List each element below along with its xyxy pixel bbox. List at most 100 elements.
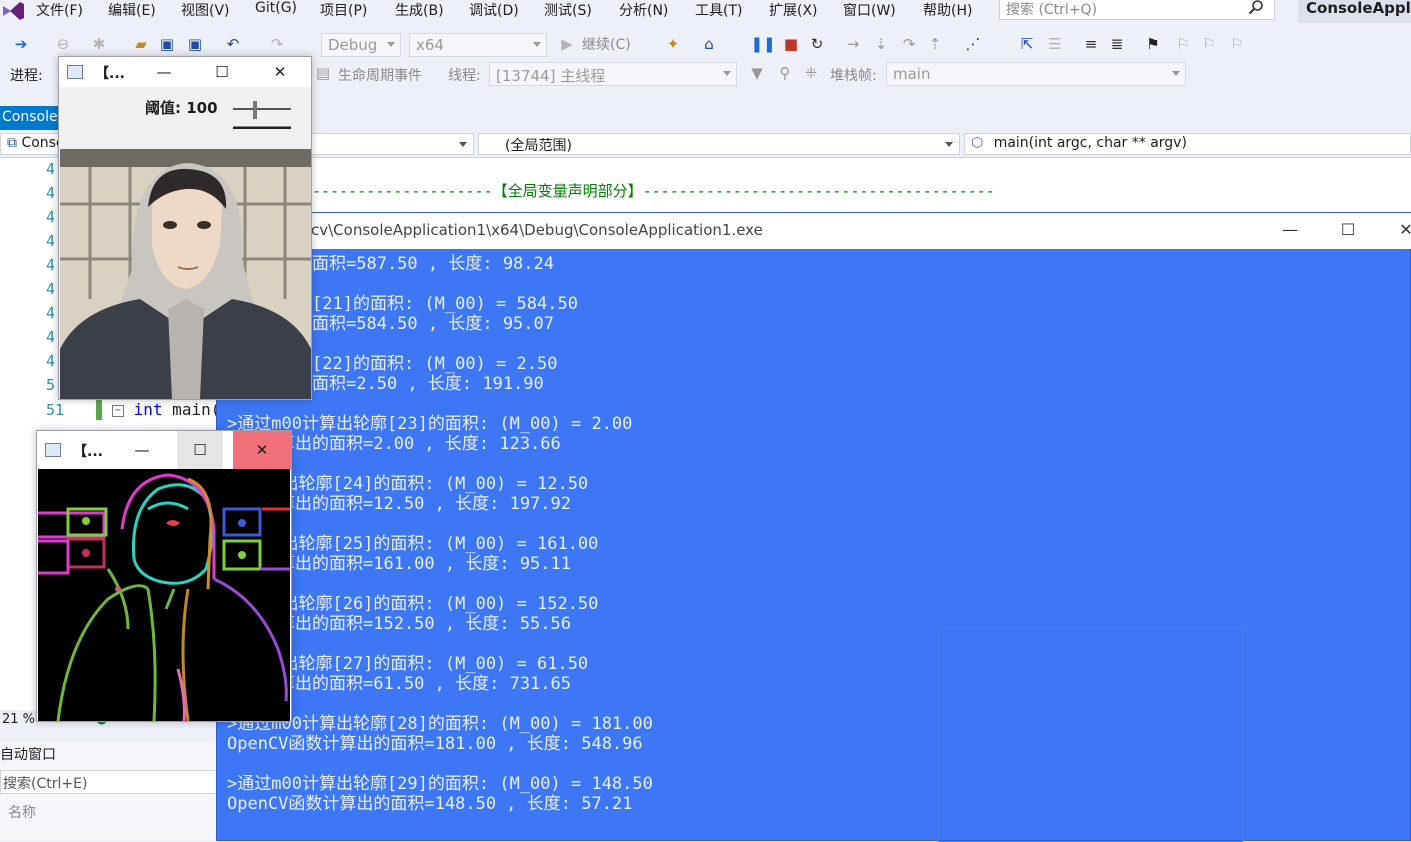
console-titlebar[interactable]: cv\ConsoleApplication1\x64\Debug\Console… [217,213,1411,249]
cv2-close-button[interactable]: ✕ [233,431,291,469]
open-file-icon[interactable]: ▰ [130,33,152,55]
scope-dropdown[interactable]: (全局范围) [478,133,960,155]
lifecycle-icon: ▤ [315,64,331,82]
continue-button[interactable]: 继续(C) [582,34,631,54]
cv1-close-button[interactable]: ✕ [257,57,303,87]
browser-link-icon[interactable]: ⌂ [698,33,720,55]
menu-edit[interactable]: 编辑(E) [108,0,156,20]
clear-bookmarks-icon[interactable]: ⚐ [1226,33,1248,55]
platform-dropdown[interactable]: x64 [409,33,547,57]
show-next-statement-icon[interactable]: → [842,33,864,55]
trackbar-thumb[interactable] [253,101,257,119]
cv1-minimize-button[interactable]: — [141,57,187,87]
member-value: main(int argc, char ** argv) [993,135,1187,151]
threshold-trackbar[interactable] [231,99,293,129]
navigate-forward-icon[interactable]: ⊖ [52,33,74,55]
thread-dropdown[interactable]: [13744] 主线程 [489,62,737,86]
console-minimize-button[interactable]: — [1267,213,1313,245]
step-out-icon[interactable]: ⇡ [924,33,946,55]
visual-studio-logo-icon[interactable] [0,0,26,22]
autos-search-placeholder: 搜索(Ctrl+E) [3,776,88,792]
save-icon[interactable]: ▣ [156,33,178,55]
stop-icon[interactable]: ■ [780,33,802,55]
menu-view[interactable]: 视图(V) [181,0,230,20]
cv-window-2-titlebar[interactable]: 【... — ☐ ✕ [37,431,291,469]
menu-test[interactable]: 测试(S) [544,0,592,20]
pause-icon[interactable]: ❚❚ [750,33,775,55]
member-dropdown[interactable]: ⬡ main(int argc, char ** argv) [964,133,1411,155]
source-image [60,149,311,399]
console-line: OpenCV函数计算出的面积=181.00 , 长度: 548.96 [227,734,643,754]
cv2-maximize-button[interactable]: ☐ [177,431,223,469]
console-line: OpenCV函数计算出的面积=148.50 , 长度: 57.21 [227,794,633,814]
new-project-icon[interactable]: ✱ [88,33,110,55]
menu-git[interactable]: Git(G) [255,0,297,20]
line-number: 4 [46,280,56,298]
threads-icon[interactable]: ⁜ [800,62,822,84]
cv1-maximize-button[interactable]: ☐ [199,57,245,87]
configuration-dropdown[interactable]: Debug [321,33,401,57]
opencv-source-window[interactable]: 【... — ☐ ✕ 阈值: 100 [58,56,312,400]
menu-help[interactable]: 帮助(H) [923,0,972,20]
code-comment-line: --------------------【全局变量声明部分】----------… [312,182,995,200]
console-maximize-button[interactable]: ☐ [1325,213,1371,245]
restart-icon[interactable]: ↻ [806,33,828,55]
console-title: cv\ConsoleApplication1\x64\Debug\Console… [311,221,763,239]
menu-bar: 文件(F) 编辑(E) 视图(V) Git(G) 项目(P) 生成(B) 调试(… [0,0,1411,30]
next-bookmark-icon[interactable]: ⚐ [1198,33,1220,55]
navigate-back-icon[interactable]: ➔ [10,33,32,55]
bookmark-icon[interactable]: ⚑ [1142,33,1164,55]
menu-file[interactable]: 文件(F) [36,0,83,20]
indent-icon[interactable]: ≡ [1080,33,1102,55]
menu-analyze[interactable]: 分析(N) [619,0,668,20]
configuration-value: Debug [328,36,378,54]
save-all-icon[interactable]: ▣ [184,33,206,55]
outdent-icon[interactable]: ≣ [1106,33,1128,55]
prev-bookmark-icon[interactable]: ⚐ [1172,33,1194,55]
menu-tools[interactable]: 工具(T) [695,0,742,20]
autos-name-column-header[interactable]: 名称 [0,798,220,824]
cv-window-2-title: 【... [73,444,103,460]
cv2-minimize-button[interactable]: — [119,431,165,469]
tool-icon[interactable]: ☰ [1044,33,1066,55]
menu-debug[interactable]: 调试(D) [469,0,519,20]
menu-project[interactable]: 项目(P) [320,0,367,20]
console-window[interactable]: cv\ConsoleApplication1\x64\Debug\Console… [216,212,1411,842]
menu-build[interactable]: 生成(B) [395,0,444,20]
autos-search-input[interactable]: 搜索(Ctrl+E) [0,770,220,794]
line-number: 51 [46,401,65,419]
line-number: 4 [46,352,56,370]
hex-display-icon[interactable]: ⋰ [962,33,984,55]
search-input[interactable]: 搜索 (Ctrl+Q) [999,0,1275,20]
redo-icon[interactable]: ↷ [266,33,288,55]
window-app-icon [45,443,61,457]
flag-filter-icon[interactable]: ⚲ [774,62,796,84]
select-tool-icon[interactable]: ⇱ [1016,33,1038,55]
attach-icon[interactable]: ✦ [662,33,684,55]
zoom-level[interactable]: 21 % [2,712,35,727]
search-icon [1248,0,1263,15]
lifecycle-events-button[interactable]: 生命周期事件 [338,65,422,85]
autos-window: 自动窗口 搜索(Ctrl+E) 名称 [0,742,220,841]
menu-window[interactable]: 窗口(W) [843,0,896,20]
collapse-icon[interactable]: − [112,404,124,417]
line-number: 4 [46,208,56,226]
change-marker [96,398,102,420]
thread-value: [13744] 主线程 [496,67,606,85]
line-number: 5 [46,376,56,394]
filter-icon[interactable]: ▼ [746,62,768,84]
opencv-contours-window[interactable]: 【... — ☐ ✕ [36,430,292,722]
step-over-icon[interactable]: ↷ [898,33,920,55]
standard-toolbar: ➔ ⊖ ✱ ▰ ▣ ▣ ↶ ↷ Debug x64 ▶ 继续(C) ✦ ⌂ ❚❚… [0,30,1411,58]
undo-icon[interactable]: ↶ [222,33,244,55]
continue-icon[interactable]: ▶ [556,33,578,55]
solution-name-badge[interactable]: ConsoleApplic [1298,0,1411,23]
step-into-icon[interactable]: ⇣ [870,33,892,55]
scope-value: (全局范围) [505,138,572,154]
stack-frame-dropdown[interactable]: main [886,62,1186,86]
cv-window-1-titlebar[interactable]: 【... — ☐ ✕ [59,57,311,87]
cv-window-1-title: 【... [95,66,125,82]
document-tab[interactable]: ConsoleA [0,106,60,130]
console-close-button[interactable]: ✕ [1383,213,1411,245]
menu-extensions[interactable]: 扩展(X) [769,0,818,20]
